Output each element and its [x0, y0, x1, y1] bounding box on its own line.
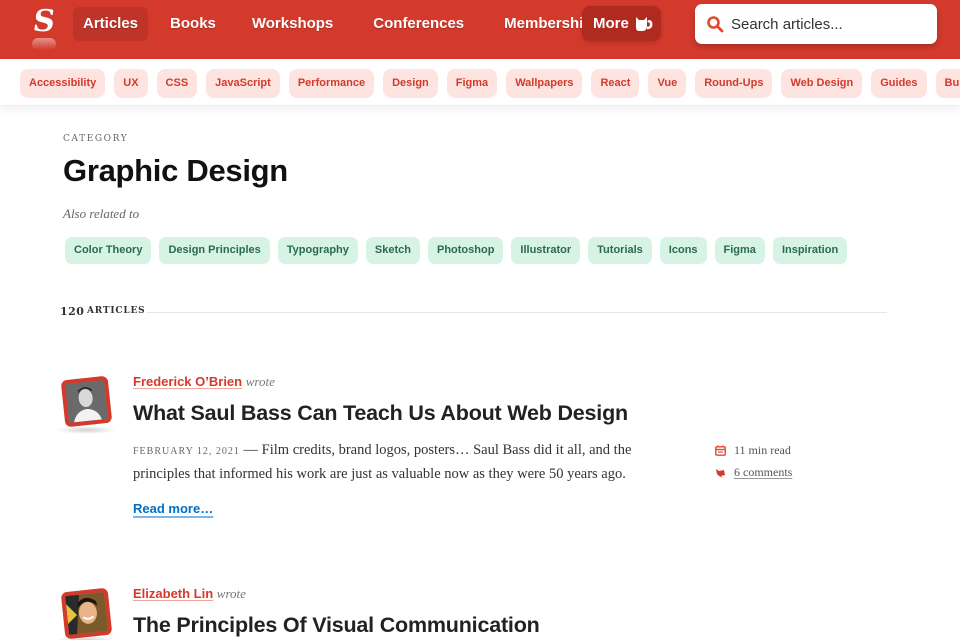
divider	[147, 312, 887, 313]
topic-tag[interactable]: Web Design	[781, 69, 863, 98]
related-tag[interactable]: Tutorials	[588, 237, 652, 264]
avatar-photo-icon	[65, 592, 108, 635]
article-title-link[interactable]: The Principles Of Visual Communication	[133, 613, 540, 638]
topic-tag[interactable]: React	[591, 69, 640, 98]
topic-tag[interactable]: Guides	[871, 69, 927, 98]
topic-tag[interactable]: UX	[114, 69, 148, 98]
author-avatar[interactable]	[60, 587, 113, 640]
main-nav: Articles Books Workshops Conferences Mem…	[73, 7, 611, 41]
category-label: CATEGORY	[63, 134, 129, 144]
related-tag[interactable]: Color Theory	[65, 237, 152, 264]
author-avatar[interactable]	[60, 375, 113, 428]
article-date: February 12, 2021	[133, 446, 240, 457]
logo-letter: S	[30, 4, 58, 39]
topic-tag[interactable]: Figma	[446, 69, 498, 98]
related-tag[interactable]: Figma	[714, 237, 765, 264]
nav-conferences[interactable]: Conferences	[363, 7, 474, 41]
author-link[interactable]: Frederick O’Brien	[133, 374, 242, 389]
related-tag[interactable]: Sketch	[365, 237, 420, 264]
related-tag[interactable]: Inspiration	[772, 237, 848, 264]
topic-tag[interactable]: Wallpapers	[506, 69, 583, 98]
read-more-link[interactable]: Read more…	[133, 501, 213, 516]
page-title: Graphic Design	[63, 153, 288, 188]
topic-tag[interactable]: Accessibility	[20, 69, 106, 98]
avatar-photo-icon	[65, 380, 108, 423]
search-input[interactable]	[731, 4, 931, 44]
author-line: Frederick O’Brien wrote	[133, 374, 275, 390]
related-tag[interactable]: Design Principles	[159, 237, 270, 264]
topic-tag[interactable]: JavaScript	[206, 69, 280, 98]
also-related-label: Also related to	[63, 206, 140, 221]
cat-mascot-icon	[636, 17, 653, 31]
avatar-shadow	[55, 426, 117, 434]
comments-link[interactable]: 6 comments	[734, 465, 792, 480]
author-link[interactable]: Elizabeth Lin	[133, 586, 213, 601]
topic-tag[interactable]: Round-Ups	[695, 69, 773, 98]
site-logo[interactable]: S	[28, 4, 60, 52]
search-box	[695, 4, 937, 44]
topic-tag[interactable]: Business	[935, 69, 960, 98]
article-count-row: 120 ARTICLES	[60, 305, 887, 319]
article-excerpt: February 12, 2021 — Film credits, brand …	[133, 439, 678, 486]
comments-row: 6 comments	[715, 461, 792, 483]
topic-tag[interactable]: Performance	[288, 69, 375, 98]
date-dash: —	[243, 442, 259, 458]
related-tag[interactable]: Icons	[659, 237, 707, 264]
related-tag[interactable]: Illustrator	[511, 237, 581, 264]
related-tag[interactable]: Typography	[277, 237, 358, 264]
topic-tag[interactable]: Vue	[648, 69, 687, 98]
logo-reflection	[32, 38, 56, 50]
topic-tag[interactable]: CSS	[156, 69, 198, 98]
nav-books[interactable]: Books	[160, 7, 226, 41]
wrote-label: wrote	[245, 374, 275, 389]
article-title-link[interactable]: What Saul Bass Can Teach Us About Web De…	[133, 401, 628, 426]
read-time: 11 min read	[734, 442, 791, 457]
topic-tag-bar: Accessibility UX CSS JavaScript Performance D…	[0, 59, 960, 106]
related-tags: Color Theory Design Principles Typography S…	[65, 237, 855, 264]
wrote-label: wrote	[216, 586, 246, 601]
nav-workshops[interactable]: Workshops	[242, 7, 343, 41]
related-tag[interactable]: Photoshop	[427, 237, 504, 264]
author-line: Elizabeth Lin wrote	[133, 586, 246, 602]
article-count-number: 120	[60, 305, 85, 318]
read-time-row: 11 min read	[715, 439, 792, 461]
more-button[interactable]: More	[582, 6, 661, 41]
article-count-label: ARTICLES	[87, 306, 146, 316]
article-meta: 11 min read 6 comments	[715, 439, 792, 483]
more-label: More	[593, 15, 629, 32]
calendar-icon	[715, 445, 726, 456]
comment-icon	[716, 468, 725, 478]
nav-articles[interactable]: Articles	[73, 7, 149, 41]
topic-tag[interactable]: Design	[383, 69, 438, 98]
top-navigation-bar: S Articles Books Workshops Conferences M…	[0, 0, 960, 59]
search-icon	[707, 16, 724, 33]
